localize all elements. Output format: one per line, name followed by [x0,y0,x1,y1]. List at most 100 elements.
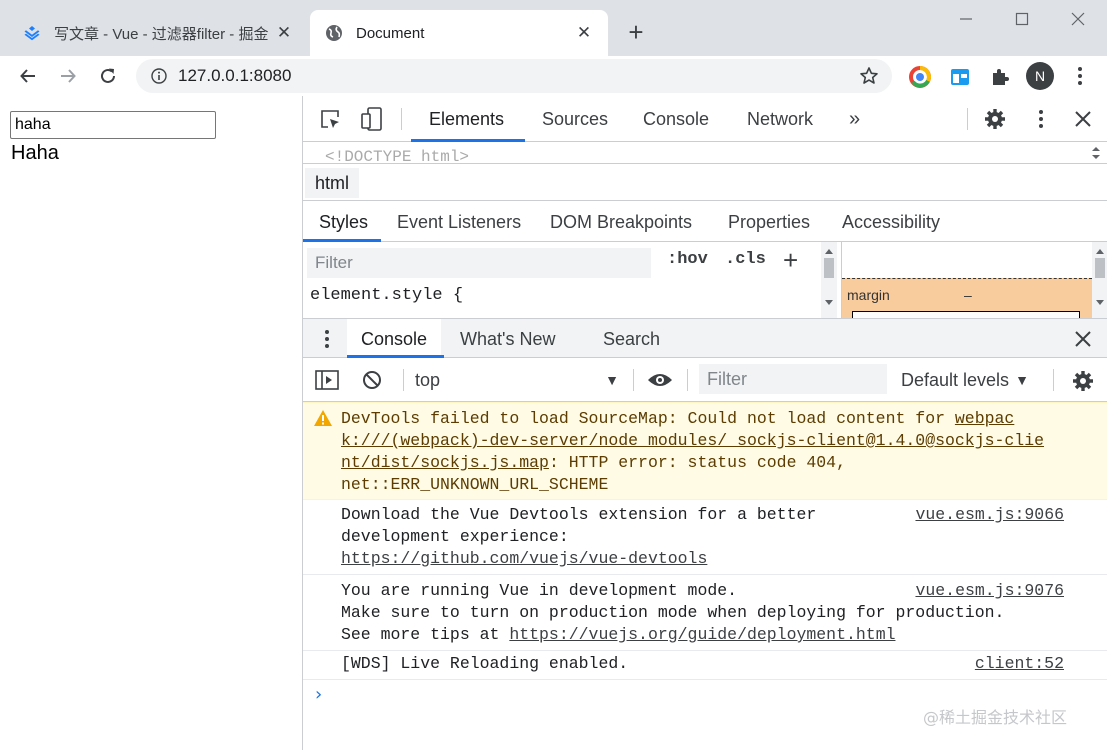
breadcrumb-html[interactable]: html [305,168,360,198]
tab-accessibility[interactable]: Accessibility [842,202,940,242]
styles-scrollbar[interactable] [821,242,837,318]
drawer-menu-icon[interactable] [321,327,333,351]
breadcrumb: html [303,165,1107,201]
styles-subtabs: Styles Event Listeners DOM Breakpoints P… [303,202,1107,242]
sourcemap-link[interactable]: nt/dist/sockjs.js.map [341,453,549,472]
tab-dom-breakpoints[interactable]: DOM Breakpoints [550,202,692,242]
filtered-output: Haha [11,142,59,164]
box-model-margin[interactable]: margin – [842,278,1092,318]
sourcemap-link[interactable]: k:///(webpack)-dev-server/node_modules/_… [341,431,1044,450]
reload-icon[interactable] [92,60,124,92]
text-input[interactable] [10,111,216,139]
globe-icon [324,23,344,43]
close-tab-icon[interactable]: ✕ [574,23,594,43]
toolbar-divider [687,369,688,391]
message-text: You are running Vue in development mode. [341,581,738,600]
element-style-rule[interactable]: element.style { [310,286,463,305]
devtools-panel: Elements Sources Console Network » <!DOC… [302,96,1107,750]
minimize-icon[interactable] [948,6,984,32]
close-drawer-icon[interactable] [1073,329,1093,349]
maximize-icon[interactable] [1004,6,1040,32]
devtools-url-link[interactable]: https://github.com/vuejs/vue-devtools [341,549,707,568]
console-filter-input[interactable]: Filter [699,364,887,394]
tab-juejin[interactable]: 写文章 - Vue - 过滤器filter - 掘金 ✕ [8,10,308,56]
dom-tree[interactable]: <!DOCTYPE html> [303,142,1107,164]
console-messages: DevTools failed to load SourceMap: Could… [303,402,1107,750]
tab-document[interactable]: Document ✕ [310,10,608,56]
margin-label: margin [847,287,890,303]
new-tab-button[interactable]: + [622,17,650,47]
source-link[interactable]: vue.esm.js:9066 [915,504,1064,526]
profile-avatar[interactable]: N [1026,62,1054,90]
console-settings-gear-icon[interactable] [1071,369,1095,393]
toolbar-divider [633,369,634,391]
margin-value[interactable]: – [964,287,972,303]
toolbar-divider [967,108,968,130]
chrome-menu-icon[interactable] [1068,62,1092,90]
source-link[interactable]: client:52 [975,653,1064,675]
message-text: See more tips at [341,625,510,644]
tab-properties[interactable]: Properties [728,202,810,242]
log-levels-dropdown[interactable]: Default levels ▼ [901,358,1029,402]
tab-styles[interactable]: Styles [319,202,368,242]
message-text: [WDS] Live Reloading enabled. [341,654,629,673]
browser-toolbar: 127.0.0.1:8080 [0,56,1107,96]
console-prompt-icon[interactable]: › [315,684,322,705]
cls-toggle[interactable]: .cls [725,250,766,269]
console-toolbar: top ▼ Filter Default levels ▼ [303,358,1107,402]
extensions-puzzle-icon[interactable] [987,64,1013,90]
styles-pane: Filter :hov .cls + element.style { [303,242,839,318]
sourcemap-link[interactable]: webpac [955,409,1014,428]
tab-elements[interactable]: Elements [429,96,504,142]
console-log-message[interactable]: You are running Vue in development mode.… [303,576,1107,651]
drawer-tab-search[interactable]: Search [603,319,660,359]
hov-toggle[interactable]: :hov [667,250,708,269]
dom-scroll-arrows-icon[interactable] [1089,144,1103,162]
toolbar-divider [401,108,402,130]
juejin-logo-icon [22,23,42,43]
url-text[interactable]: 127.0.0.1:8080 [178,66,858,86]
more-tabs-icon[interactable]: » [849,96,860,142]
tab-network[interactable]: Network [747,96,813,142]
device-toolbar-icon[interactable] [359,106,385,132]
inspect-element-icon[interactable] [317,106,343,132]
console-log-message[interactable]: [WDS] Live Reloading enabled. client:52 [303,652,1107,680]
close-devtools-icon[interactable] [1071,107,1095,131]
dropdown-caret-icon: ▼ [1015,372,1029,388]
window-extension-icon[interactable] [947,64,973,90]
settings-gear-icon[interactable] [983,107,1007,131]
tab-event-listeners[interactable]: Event Listeners [397,202,521,242]
box-model-scrollbar[interactable] [1092,242,1107,318]
drawer-tab-whats-new[interactable]: What's New [460,319,555,359]
tab-title: 写文章 - Vue - 过滤器filter - 掘金 [54,25,269,43]
context-selector[interactable]: top ▼ [415,358,625,402]
back-arrow-icon[interactable] [12,60,44,92]
message-text: : HTTP error: status code 404, [548,453,846,472]
source-link[interactable]: vue.esm.js:9076 [915,580,1064,602]
tab-sources[interactable]: Sources [542,96,608,142]
close-window-icon[interactable] [1060,6,1096,32]
console-log-message[interactable]: Download the Vue Devtools extension for … [303,501,1107,575]
tab-console[interactable]: Console [643,96,709,142]
drawer-tabs: Console What's New Search [303,318,1107,359]
page-viewport: Haha [0,96,302,750]
forward-arrow-icon[interactable] [52,60,84,92]
chrome-extension-icon[interactable] [907,64,933,90]
message-text: net::ERR_UNKNOWN_URL_SCHEME [341,475,609,494]
address-bar[interactable]: 127.0.0.1:8080 [136,59,892,93]
deployment-guide-link[interactable]: https://vuejs.org/guide/deployment.html [509,625,895,644]
close-tab-icon[interactable]: ✕ [274,23,294,43]
info-icon[interactable] [150,67,168,85]
styles-filter-input[interactable]: Filter [307,248,651,278]
clear-console-icon[interactable] [361,369,383,391]
bookmark-star-icon[interactable] [858,65,880,87]
console-sidebar-icon[interactable] [315,369,339,391]
toolbar-divider [403,369,404,391]
drawer-tab-console[interactable]: Console [347,319,442,359]
new-style-rule-button[interactable]: + [783,245,798,276]
console-warning-message[interactable]: DevTools failed to load SourceMap: Could… [303,402,1107,500]
devtools-menu-icon[interactable] [1029,107,1053,131]
box-model-border[interactable] [852,311,1080,318]
live-expression-eye-icon[interactable] [647,369,673,391]
doctype-node[interactable]: <!DOCTYPE html> [325,148,469,163]
